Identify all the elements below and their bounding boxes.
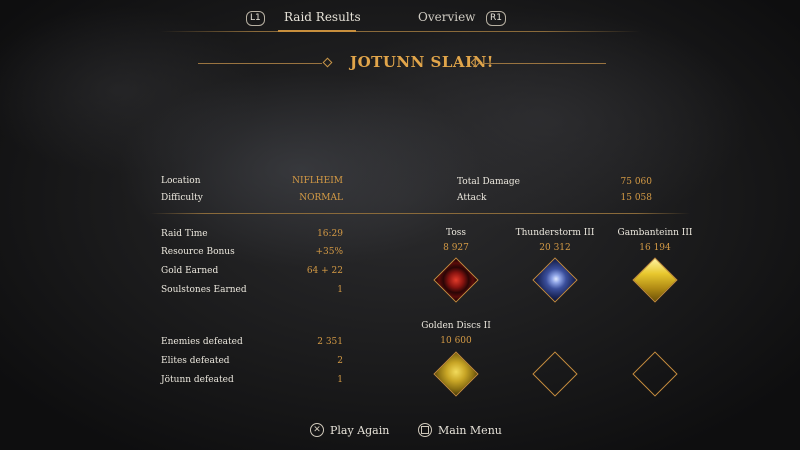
top-divider: [160, 31, 640, 32]
location-value: NIFLHEIM: [292, 176, 343, 186]
enemies-defeated-value: 2 351: [317, 337, 343, 347]
gold-earned-label: Gold Earned: [161, 266, 219, 276]
raid-time-value: 16:29: [317, 229, 343, 239]
empty-ability-slot[interactable]: [532, 351, 578, 397]
gold-earned-value: 64 + 22: [306, 266, 343, 276]
difficulty-value: NORMAL: [299, 193, 343, 203]
r1-button[interactable]: R1: [486, 11, 506, 26]
ability-damage-gambanteinn: 16 194: [639, 243, 671, 253]
elites-defeated-value: 2: [337, 356, 343, 366]
resource-bonus-value: +35%: [315, 247, 343, 257]
soulstones-earned-value: 1: [337, 285, 343, 295]
title-line-right: [482, 63, 606, 64]
ability-slot-toss[interactable]: [433, 257, 479, 303]
empty-ability-slot[interactable]: [632, 351, 678, 397]
raid-time-label: Raid Time: [161, 229, 208, 239]
active-tab-indicator: [278, 30, 356, 32]
location-label: Location: [161, 176, 201, 186]
elites-defeated-label: Elites defeated: [161, 356, 230, 366]
total-damage-value: 75 060: [620, 177, 653, 187]
enemies-defeated-label: Enemies defeated: [161, 337, 243, 347]
difficulty-label: Difficulty: [161, 193, 203, 203]
resource-bonus-label: Resource Bonus: [161, 247, 235, 257]
ability-slot-golden-discs[interactable]: [433, 351, 479, 397]
total-damage-label: Total Damage: [457, 177, 521, 187]
jotunn-defeated-label: Jötunn defeated: [161, 375, 234, 385]
attack-label: Attack: [457, 193, 487, 203]
lightning-icon: [533, 258, 577, 302]
red-spiral-icon: [434, 258, 478, 302]
title-ornament-left-icon: [322, 57, 333, 68]
summary-divider: [150, 213, 690, 214]
ability-slot-gambanteinn[interactable]: [632, 257, 678, 303]
play-again-button[interactable]: ✕ Play Again: [310, 423, 389, 437]
jotunn-defeated-value: 1: [337, 375, 343, 385]
cross-button-icon: ✕: [310, 423, 324, 437]
attack-value: 15 058: [620, 193, 653, 203]
soulstones-earned-label: Soulstones Earned: [161, 285, 247, 295]
l1-button[interactable]: L1: [246, 11, 265, 26]
main-menu-button[interactable]: Main Menu: [418, 423, 502, 437]
title-line-left: [198, 63, 322, 64]
tab-overview[interactable]: Overview: [418, 10, 475, 24]
ability-name-gambanteinn: Gambanteinn III: [617, 228, 693, 238]
ability-name-golden-discs: Golden Discs II: [421, 321, 491, 331]
tab-raid-results[interactable]: Raid Results: [284, 10, 361, 24]
ability-slot-thunderstorm[interactable]: [532, 257, 578, 303]
golden-discs-icon: [434, 352, 478, 396]
ability-damage-golden-discs: 10 600: [440, 336, 472, 346]
main-menu-label: Main Menu: [438, 423, 502, 437]
play-again-label: Play Again: [330, 423, 390, 437]
square-button-icon: [418, 423, 432, 437]
gold-slash-icon: [633, 258, 677, 302]
